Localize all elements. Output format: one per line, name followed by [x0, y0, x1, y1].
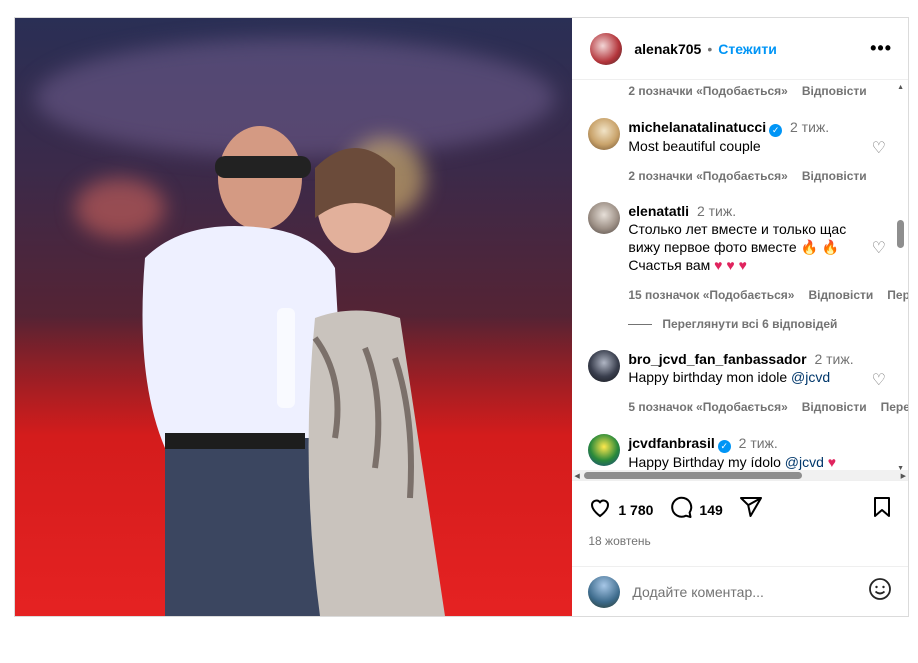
heart-emoji: ♥ ♥ ♥: [714, 257, 747, 273]
translate-button[interactable]: Пере: [887, 286, 908, 304]
share-icon[interactable]: [739, 495, 763, 524]
bookmark-icon[interactable]: [872, 496, 892, 524]
comment-composer: [572, 566, 908, 616]
photo-people-illustration: [142, 126, 445, 616]
horizontal-scrollbar-thumb[interactable]: [584, 472, 803, 479]
comment-meta: 2 позначки «Подобається» Відповісти: [628, 84, 866, 98]
post-header: alenak705 • Стежити •••: [572, 18, 908, 80]
vertical-scrollbar-thumb[interactable]: [897, 220, 904, 248]
reply-button[interactable]: Відповісти: [802, 84, 867, 98]
scroll-right-arrow-icon[interactable]: ▶: [901, 472, 906, 480]
comment-time[interactable]: 2 тиж.: [790, 119, 829, 135]
comment-meta: 5 позначок «Подобається» Відповісти Пере: [628, 398, 908, 416]
comment-text-line: Столько лет вместе и только щас: [628, 221, 847, 237]
post-side-panel: alenak705 • Стежити ••• 2 позначки «Подо…: [572, 18, 908, 616]
comment-text: Happy Birthday my ídolo: [628, 454, 781, 470]
emoji-icon[interactable]: [868, 577, 892, 607]
comment-item: bro_jcvd_fan_fanbassador 2 тиж. Happy bi…: [588, 350, 908, 416]
post-dialog: alenak705 • Стежити ••• 2 позначки «Подо…: [14, 17, 909, 617]
view-replies-button[interactable]: Переглянути всі 6 відповідей: [628, 317, 837, 331]
author-username[interactable]: alenak705: [634, 41, 701, 57]
author-avatar[interactable]: [590, 32, 623, 65]
comment-like-heart-icon[interactable]: ♡: [872, 370, 886, 390]
likes-count[interactable]: 1 780: [618, 502, 653, 518]
comment-time[interactable]: 2 тиж.: [697, 203, 736, 219]
mention-link[interactable]: @jcvd: [785, 454, 824, 470]
comment-item: michelanatalinatucci ✓ 2 тиж. Most beauti…: [588, 118, 886, 185]
commenter-username[interactable]: elenatatli: [628, 203, 689, 219]
comment-input[interactable]: [632, 583, 868, 600]
post-photo[interactable]: [15, 18, 573, 616]
commenter-avatar[interactable]: [588, 202, 621, 234]
commenter-username[interactable]: bro_jcvd_fan_fanbassador: [628, 351, 806, 367]
comment-item: jcvdfanbrasil ✓ 2 тиж. Happy Birthday my …: [588, 434, 886, 471]
post-date[interactable]: 18 жовтень: [588, 534, 892, 548]
comment-text: Most beautiful couple: [628, 138, 761, 154]
comment-meta: 2 позначки «Подобається» Відповісти: [628, 167, 886, 185]
heart-emoji: ♥: [827, 454, 837, 470]
comment-likes-count[interactable]: 2 позначки «Подобається»: [628, 84, 787, 98]
fire-emoji: 🔥 🔥: [800, 239, 840, 255]
view-replies-label: Переглянути всі 6 відповідей: [662, 317, 838, 331]
more-options-icon[interactable]: •••: [870, 38, 892, 59]
comments-count[interactable]: 149: [699, 502, 722, 518]
commenter-avatar[interactable]: [588, 350, 621, 382]
comments-list[interactable]: 2 позначки «Подобається» Відповісти mich…: [572, 80, 908, 480]
comment-time[interactable]: 2 тиж.: [739, 435, 778, 451]
comment-text-line: Счастья вам: [628, 257, 711, 273]
scroll-up-arrow-icon[interactable]: ▲: [897, 84, 904, 91]
reply-button[interactable]: Відповісти: [802, 398, 867, 416]
comment-likes-count[interactable]: 5 позначок «Подобається»: [628, 398, 787, 416]
header-separator: •: [707, 40, 713, 57]
scroll-left-arrow-icon[interactable]: ◀: [574, 472, 579, 480]
comment-likes-count[interactable]: 2 позначки «Подобається»: [628, 167, 787, 185]
post-actions: 1 780 149 18 жовтень: [572, 480, 908, 566]
comment-icon[interactable]: [669, 495, 693, 524]
commenter-username[interactable]: jcvdfanbrasil: [628, 435, 714, 451]
verified-badge-icon: ✓: [717, 440, 731, 453]
horizontal-scrollbar-track[interactable]: ◀ ▶: [572, 470, 908, 480]
commenter-avatar[interactable]: [588, 434, 621, 466]
reply-button[interactable]: Відповісти: [808, 286, 873, 304]
like-heart-icon[interactable]: [588, 495, 612, 524]
comment-meta: 15 позначок «Подобається» Відповісти Пер…: [628, 286, 908, 304]
comment-text: Happy birthday mon idole: [628, 369, 788, 385]
comment-like-heart-icon[interactable]: ♡: [872, 238, 886, 258]
follow-button[interactable]: Стежити: [718, 41, 777, 57]
current-user-avatar: [588, 575, 621, 608]
commenter-avatar[interactable]: [588, 118, 621, 150]
comment-like-heart-icon[interactable]: ♡: [872, 138, 886, 158]
comment-likes-count[interactable]: 15 позначок «Подобається»: [628, 286, 794, 304]
comment-item: elenatatli 2 тиж. Столько лет вместе и т…: [588, 202, 908, 304]
translate-button[interactable]: Пере: [881, 398, 908, 416]
commenter-username[interactable]: michelanatalinatucci: [628, 119, 766, 135]
reply-button[interactable]: Відповісти: [802, 167, 867, 185]
verified-badge-icon: ✓: [769, 124, 783, 137]
comment-text-line: вижу первое фото вместе: [628, 239, 797, 255]
mention-link[interactable]: @jcvd: [791, 369, 830, 385]
comment-time[interactable]: 2 тиж.: [814, 351, 853, 367]
